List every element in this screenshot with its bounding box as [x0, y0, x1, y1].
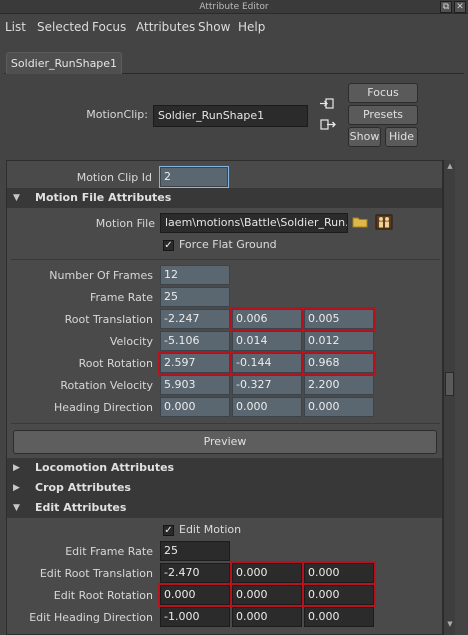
- section-title: Edit Attributes: [35, 501, 127, 514]
- velocity-z-field[interactable]: 0.012: [304, 331, 374, 351]
- root-rotation-label: Root Rotation: [78, 357, 153, 370]
- edit-root-rotation-x-field[interactable]: 0.000: [158, 583, 232, 607]
- number-of-frames-label: Number Of Frames: [49, 269, 153, 282]
- edit-heading-direction-z-field[interactable]: 0.000: [304, 607, 374, 627]
- vertical-scrollbar[interactable]: ▲ ▼: [443, 160, 455, 635]
- menu-attributes[interactable]: Attributes: [136, 15, 195, 39]
- edit-root-translation-label: Edit Root Translation: [39, 567, 153, 580]
- edit-frame-rate-field[interactable]: 25: [160, 541, 230, 561]
- section-title: Motion File Attributes: [35, 191, 172, 204]
- menu-bar: List Selected Focus Attributes Show Help: [0, 15, 468, 39]
- tab-soldier-runshape1[interactable]: Soldier_RunShape1: [6, 52, 122, 74]
- velocity-x-field[interactable]: -5.106: [160, 331, 230, 351]
- people-icon[interactable]: [375, 214, 393, 230]
- motionclip-name-field[interactable]: Soldier_RunShape1: [153, 105, 308, 127]
- expanded-arrow-icon: ▼: [13, 193, 20, 203]
- rotation-velocity-label: Rotation Velocity: [60, 379, 153, 392]
- root-translation-z-field[interactable]: 0.005: [302, 307, 376, 331]
- collapsed-arrow-icon: ▶: [13, 463, 20, 473]
- menu-focus[interactable]: Focus: [92, 15, 126, 39]
- edit-heading-direction-x-field[interactable]: -1.000: [160, 607, 230, 627]
- focus-button[interactable]: Focus: [348, 83, 418, 103]
- root-translation-x-field[interactable]: -2.247: [160, 309, 230, 329]
- root-translation-label: Root Translation: [64, 313, 153, 326]
- scroll-down-arrow-icon[interactable]: ▼: [446, 620, 454, 628]
- heading-direction-y-field[interactable]: 0.000: [232, 397, 302, 417]
- input-connection-icon[interactable]: [318, 96, 336, 112]
- hide-button[interactable]: Hide: [385, 127, 418, 147]
- root-rotation-z-field[interactable]: 0.968: [302, 351, 376, 375]
- edit-root-translation-y-field[interactable]: 0.000: [230, 561, 304, 585]
- edit-heading-direction-label: Edit Heading Direction: [29, 611, 153, 624]
- folder-icon[interactable]: [352, 214, 370, 230]
- edit-root-translation-z-field[interactable]: 0.000: [302, 561, 376, 585]
- scroll-up-arrow-icon[interactable]: ▲: [446, 162, 454, 170]
- motion-file-path-field[interactable]: laem\motions\Battle\Soldier_Run.gmo: [160, 213, 348, 233]
- frame-rate-field[interactable]: 25: [160, 287, 230, 307]
- edit-frame-rate-label: Edit Frame Rate: [65, 545, 153, 558]
- presets-button[interactable]: Presets: [348, 105, 418, 125]
- number-of-frames-field[interactable]: 12: [160, 265, 230, 285]
- menu-list[interactable]: List: [5, 15, 26, 39]
- section-title: Locomotion Attributes: [35, 461, 175, 474]
- velocity-y-field[interactable]: 0.014: [232, 331, 302, 351]
- velocity-label: Velocity: [109, 335, 153, 348]
- attribute-panel: Motion Clip Id 2 ▼ Motion File Attribute…: [6, 160, 443, 635]
- divider: [11, 423, 440, 424]
- heading-direction-label: Heading Direction: [54, 401, 153, 414]
- edit-attributes-header[interactable]: ▼ Edit Attributes: [7, 498, 442, 518]
- motion-file-label: Motion File: [95, 217, 155, 230]
- rotation-velocity-y-field[interactable]: -0.327: [232, 375, 302, 395]
- close-button[interactable]: ✕: [454, 1, 466, 13]
- edit-root-translation-x-field[interactable]: -2.470: [160, 563, 230, 583]
- window-title: Attribute Editor: [199, 2, 269, 12]
- motionclip-label: MotionClip:: [86, 108, 148, 121]
- show-button[interactable]: Show: [348, 127, 381, 147]
- root-rotation-x-field[interactable]: 2.597: [158, 351, 232, 375]
- motion-file-attributes-header[interactable]: ▼ Motion File Attributes: [7, 188, 442, 208]
- rotation-velocity-z-field[interactable]: 2.200: [304, 375, 374, 395]
- title-bar: Attribute Editor ⧉ ✕: [0, 0, 468, 14]
- motion-clip-id-field[interactable]: 2: [159, 166, 229, 188]
- heading-direction-x-field[interactable]: 0.000: [160, 397, 230, 417]
- edit-motion-label: Edit Motion: [179, 523, 242, 536]
- menu-help[interactable]: Help: [238, 15, 265, 39]
- frame-rate-label: Frame Rate: [90, 291, 153, 304]
- restore-button[interactable]: ⧉: [440, 1, 452, 13]
- rotation-velocity-x-field[interactable]: 5.903: [160, 375, 230, 395]
- scrollbar-thumb[interactable]: [445, 372, 454, 396]
- section-title: Crop Attributes: [35, 481, 131, 494]
- force-flat-ground-checkbox[interactable]: ✓: [163, 240, 174, 251]
- divider: [11, 259, 440, 260]
- menu-selected[interactable]: Selected: [37, 15, 89, 39]
- edit-motion-checkbox[interactable]: ✓: [163, 525, 174, 536]
- crop-attributes-header[interactable]: ▶ Crop Attributes: [7, 478, 442, 498]
- root-translation-y-field[interactable]: 0.006: [230, 307, 304, 331]
- heading-direction-z-field[interactable]: 0.000: [304, 397, 374, 417]
- node-tab-strip: Soldier_RunShape1: [4, 48, 464, 74]
- collapsed-arrow-icon: ▶: [13, 483, 20, 493]
- expanded-arrow-icon: ▼: [13, 503, 20, 513]
- edit-root-rotation-y-field[interactable]: 0.000: [230, 583, 304, 607]
- locomotion-attributes-header[interactable]: ▶ Locomotion Attributes: [7, 458, 442, 478]
- force-flat-ground-label: Force Flat Ground: [179, 238, 277, 251]
- root-rotation-y-field[interactable]: -0.144: [230, 351, 304, 375]
- edit-root-rotation-z-field[interactable]: 0.000: [302, 583, 376, 607]
- edit-root-rotation-label: Edit Root Rotation: [53, 589, 153, 602]
- edit-heading-direction-y-field[interactable]: 0.000: [232, 607, 302, 627]
- menu-show[interactable]: Show: [198, 15, 230, 39]
- output-connection-icon[interactable]: [318, 117, 336, 133]
- motion-clip-id-label: Motion Clip Id: [76, 171, 152, 184]
- preview-button[interactable]: Preview: [13, 430, 437, 454]
